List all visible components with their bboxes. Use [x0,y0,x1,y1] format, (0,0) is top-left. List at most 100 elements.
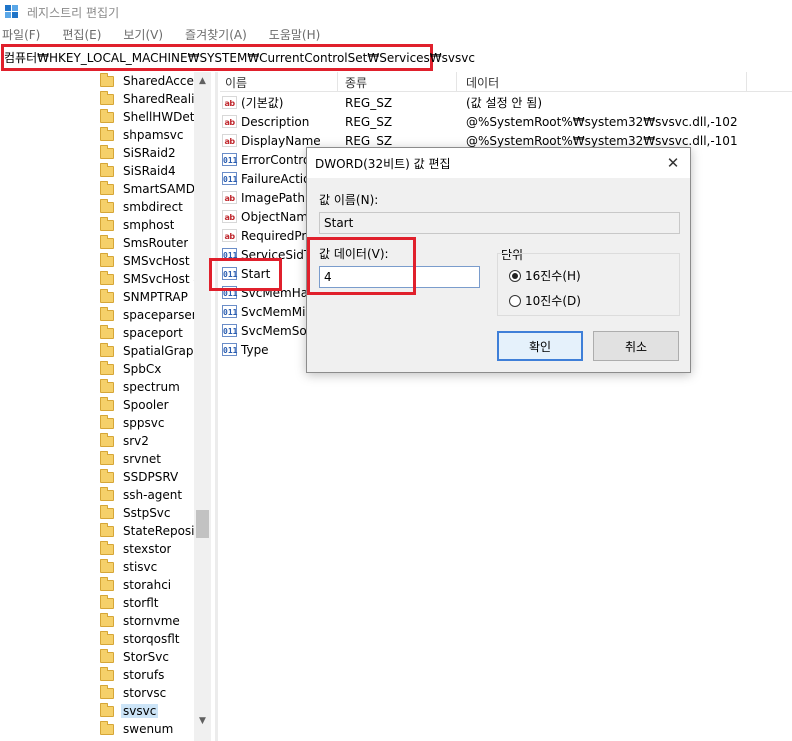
column-type[interactable]: 종류 [345,74,367,91]
folder-icon [100,378,114,393]
tree-item-label: spectrum [123,380,180,394]
folder-icon [100,126,114,141]
scroll-down-arrow-icon[interactable]: ▼ [194,712,211,729]
close-icon[interactable]: ✕ [662,152,684,174]
tree-item-label: ShellHWDetectio [123,110,196,124]
menu-help[interactable]: 도움말(H) [265,26,325,44]
tree-item-label: SiSRaid4 [123,164,176,178]
registry-editor-icon [5,4,20,20]
tree-item[interactable]: SiSRaid4 [84,162,196,180]
folder-icon [100,270,114,285]
tree-item[interactable]: smbdirect [84,198,196,216]
tree-scrollbar[interactable]: ▲ ▼ [194,72,211,741]
value-row[interactable]: ab (기본값) REG_SZ (값 설정 안 됨) [222,93,782,112]
scroll-thumb[interactable] [196,510,209,538]
value-name-field: Start [319,212,680,234]
tree-item[interactable]: smphost [84,216,196,234]
tree-item[interactable]: storvsc [84,684,196,702]
cancel-button[interactable]: 취소 [593,331,679,361]
scroll-up-arrow-icon[interactable]: ▲ [194,72,211,89]
tree-item[interactable]: SstpSvc [84,504,196,522]
tree-item[interactable]: stornvme [84,612,196,630]
tree-item[interactable]: srv2 [84,432,196,450]
value-name: Type [241,342,269,357]
binary-value-icon: 011 [222,153,237,166]
column-divider[interactable] [746,72,747,92]
tree-item-label: stisvc [123,560,158,574]
tree-item-label: SmartSAMD [123,182,195,196]
tree-item[interactable]: svsvc [84,702,196,720]
menu-edit[interactable]: 편집(E) [58,26,105,44]
tree-item[interactable]: srvnet [84,450,196,468]
hex-radio[interactable] [509,269,521,282]
value-name: ObjectName [241,209,316,224]
tree-item[interactable]: StateRepository [84,522,196,540]
tree-item-label: stexstor [123,542,172,556]
tree-item[interactable]: storqosflt [84,630,196,648]
hex-radio-label: 16진수(H) [525,269,581,283]
tree-item[interactable]: SmsRouter [84,234,196,252]
dec-radio[interactable] [509,294,521,307]
menu-favorites[interactable]: 즐겨찾기(A) [181,26,251,44]
tree-item[interactable]: SharedRealitySv [84,90,196,108]
tree-item[interactable]: SpbCx [84,360,196,378]
pane-splitter[interactable] [215,72,218,741]
folder-icon [100,630,114,645]
tree-item-label: storqosflt [123,632,180,646]
tree-item[interactable]: storahci [84,576,196,594]
menu-file[interactable]: 파일(F) [0,26,44,44]
title-bar: 레지스트리 편집기 [0,0,792,24]
ok-button[interactable]: 확인 [497,331,583,361]
tree-item[interactable]: storufs [84,666,196,684]
folder-icon [100,432,114,447]
key-tree[interactable]: SharedAccess SharedRealitySv ShellHWDetect… [0,72,211,741]
folder-icon [100,684,114,699]
tree-item[interactable]: spaceparser [84,306,196,324]
tree-item[interactable]: storflt [84,594,196,612]
folder-icon [100,540,114,555]
tree-item[interactable]: SpatialGraphFilt [84,342,196,360]
tree-item[interactable]: spectrum [84,378,196,396]
tree-item[interactable]: shpamsvc [84,126,196,144]
tree-item[interactable]: SSDPSRV [84,468,196,486]
tree-item[interactable]: swenum [84,720,196,738]
address-bar[interactable]: 컴퓨터₩HKEY_LOCAL_MACHINE₩SYSTEM₩CurrentCon… [1,44,475,71]
tree-item[interactable]: SMSvcHost 4.0.0 [84,270,196,288]
string-value-icon: ab [222,229,237,242]
value-name: Description [241,114,310,129]
column-data[interactable]: 데이터 [466,74,499,91]
tree-item[interactable]: StorSvc [84,648,196,666]
start-value-highlight [209,258,282,291]
tree-item[interactable]: SmartSAMD [84,180,196,198]
dialog-title: DWORD(32비트) 값 편집 [315,156,451,171]
column-name[interactable]: 이름 [225,74,247,91]
tree-item-label: smbdirect [123,200,183,214]
tree-item[interactable]: ssh-agent [84,486,196,504]
tree-item[interactable]: ShellHWDetectio [84,108,196,126]
hex-radio-option[interactable]: 16진수(H) [509,267,581,284]
binary-value-icon: 011 [222,343,237,356]
tree-item[interactable]: SharedAccess [84,72,196,90]
tree-item[interactable]: SNMPTRAP [84,288,196,306]
tree-item-label: SpbCx [123,362,162,376]
tree-item[interactable]: Spooler [84,396,196,414]
folder-icon [100,612,114,627]
tree-item[interactable]: SMSvcHost 3.0.0 [84,252,196,270]
value-row[interactable]: ab Description REG_SZ @%SystemRoot%₩system3… [222,112,782,131]
value-list-header: 이름 종류 데이터 [220,72,792,92]
folder-icon [100,234,114,249]
column-divider[interactable] [337,72,338,92]
tree-item[interactable]: SiSRaid2 [84,144,196,162]
folder-icon [100,180,114,195]
tree-item-label: SharedAccess [123,74,196,88]
tree-item[interactable]: stisvc [84,558,196,576]
tree-item[interactable]: stexstor [84,540,196,558]
tree-item[interactable]: spaceport [84,324,196,342]
tree-item-label: SstpSvc [123,506,171,520]
tree-item[interactable]: sppsvc [84,414,196,432]
folder-icon [100,396,114,411]
column-divider[interactable] [456,72,457,92]
tree-item-label: stornvme [123,614,180,628]
dec-radio-option[interactable]: 10진수(D) [509,292,581,309]
menu-view[interactable]: 보기(V) [119,26,167,44]
